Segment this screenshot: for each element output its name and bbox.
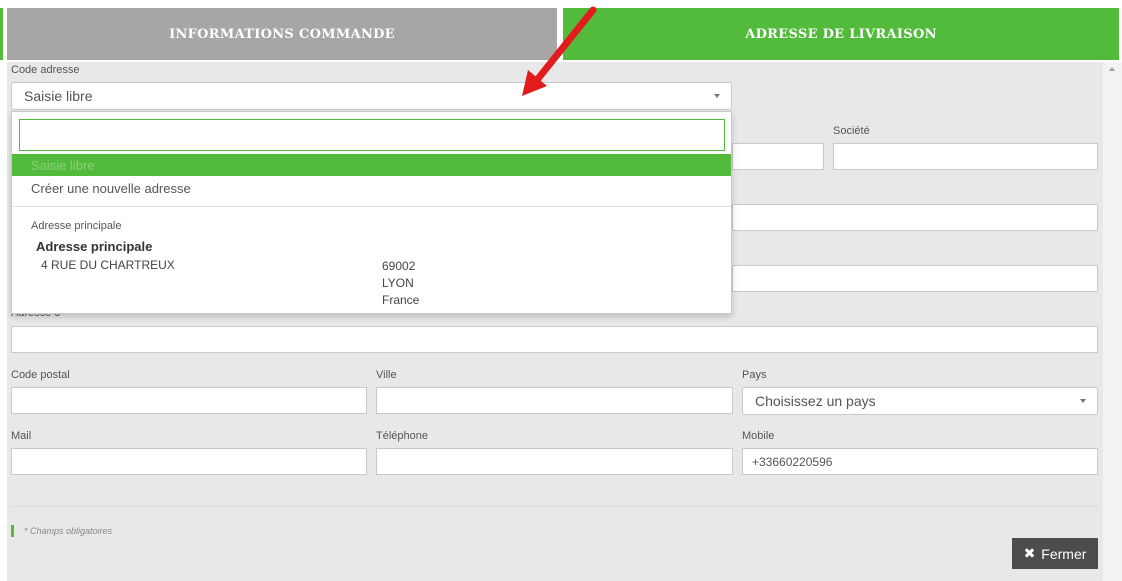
- code-adresse-select[interactable]: Saisie libre: [11, 82, 732, 110]
- address-option-postcode: 69002: [382, 259, 416, 273]
- ville-label: Ville: [376, 369, 397, 381]
- delivery-form-modal: INFORMATIONS COMMANDE ADRESSE DE LIVRAIS…: [0, 0, 1122, 581]
- dropdown-option-nouvelle-adresse[interactable]: Créer une nouvelle adresse: [12, 177, 731, 199]
- address-option-city: LYON: [382, 276, 414, 290]
- address-option-city-block[interactable]: 69002 LYON France: [382, 258, 419, 309]
- mobile-label: Mobile: [742, 430, 775, 442]
- required-marker: [11, 525, 14, 537]
- footer-divider: [11, 506, 1098, 507]
- dropdown-group-label: Adresse principale: [31, 220, 122, 232]
- mail-label: Mail: [11, 430, 32, 442]
- close-icon: ✖: [1023, 545, 1036, 561]
- address-option-street[interactable]: 4 RUE DU CHARTREUX: [41, 258, 175, 272]
- scrollbar[interactable]: [1103, 62, 1122, 581]
- code-adresse-value: Saisie libre: [24, 88, 93, 104]
- adresse-2-field[interactable]: [732, 265, 1098, 292]
- code-adresse-dropdown: Saisie libre Créer une nouvelle adresse …: [11, 111, 732, 314]
- dropdown-separator: [12, 206, 731, 207]
- tab-informations-commande[interactable]: INFORMATIONS COMMANDE: [7, 8, 557, 60]
- ville-field[interactable]: [376, 387, 733, 414]
- scroll-up-icon[interactable]: [1109, 67, 1115, 71]
- tab-adresse-de-livraison[interactable]: ADRESSE DE LIVRAISON: [563, 8, 1119, 60]
- adresse-1-field[interactable]: [732, 204, 1098, 231]
- pays-value: Choisissez un pays: [755, 393, 876, 409]
- telephone-field[interactable]: [376, 448, 733, 475]
- societe-label: Société: [833, 125, 870, 137]
- required-note: * Champs obligatoires: [24, 526, 113, 536]
- code-adresse-label: Code adresse: [11, 64, 80, 76]
- annotation-arrow-icon: [522, 6, 597, 96]
- dropdown-option-saisie-libre[interactable]: Saisie libre: [12, 154, 731, 176]
- pays-label: Pays: [742, 369, 767, 381]
- fermer-label: Fermer: [1041, 545, 1087, 562]
- adresse-3-field[interactable]: [11, 326, 1098, 353]
- mobile-field[interactable]: +33660220596: [742, 448, 1098, 475]
- telephone-label: Téléphone: [376, 430, 428, 442]
- address-option-country: France: [382, 293, 420, 307]
- nom-field[interactable]: [732, 143, 824, 170]
- societe-field[interactable]: [833, 143, 1098, 170]
- chevron-down-icon: [714, 94, 720, 98]
- tab-edge: [0, 8, 3, 60]
- fermer-button[interactable]: ✖ Fermer: [1012, 538, 1098, 569]
- mail-field[interactable]: [11, 448, 367, 475]
- address-option-name[interactable]: Adresse principale: [36, 239, 152, 254]
- dropdown-search-input[interactable]: [19, 119, 725, 151]
- pays-select[interactable]: Choisissez un pays: [742, 387, 1098, 415]
- chevron-down-icon: [1080, 399, 1086, 403]
- code-postal-field[interactable]: [11, 387, 367, 414]
- code-postal-label: Code postal: [11, 369, 70, 381]
